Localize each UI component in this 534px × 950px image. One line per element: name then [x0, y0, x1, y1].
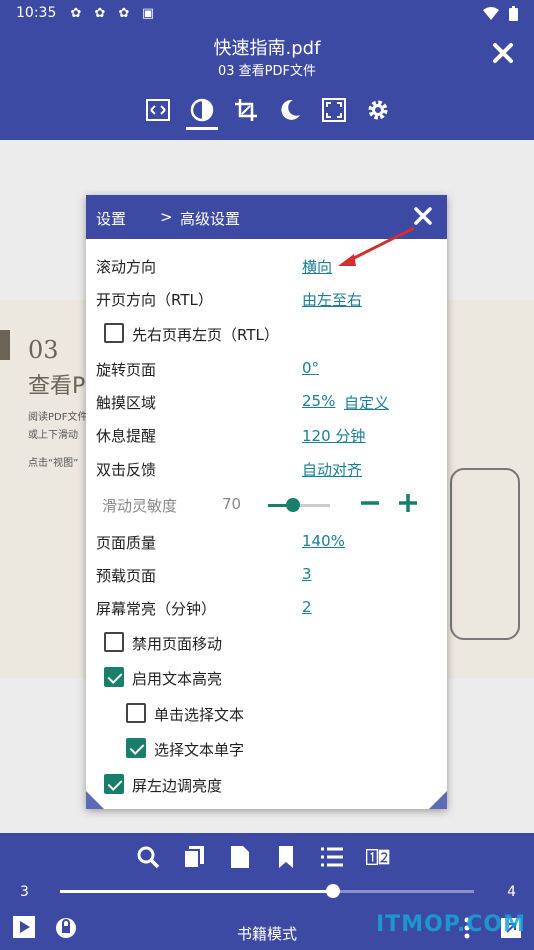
notification-icon: ✿ [118, 6, 130, 21]
setting-rest-reminder: 休息提醒 120 分钟 [96, 425, 366, 446]
preload-value[interactable]: 3 [302, 565, 312, 583]
page-end-label: 4 [507, 884, 516, 900]
page-accent-bar [0, 330, 10, 360]
breadcrumb-settings[interactable]: 设置 [96, 208, 126, 229]
checkbox[interactable] [104, 323, 124, 343]
settings-icon[interactable] [366, 96, 390, 124]
contrast-icon[interactable] [186, 96, 218, 130]
breadcrumb-advanced: 高级设置 [180, 210, 241, 228]
app-header: 快速指南.pdf 03 查看PDF文件 [0, 28, 534, 140]
progress-knob[interactable] [326, 884, 341, 898]
bookmark-icon[interactable] [274, 845, 298, 869]
setting-page-direction: 开页方向（RTL） 由左至右 [96, 289, 363, 310]
watermark-logo: ITMOP.COM [376, 912, 526, 937]
scroll-direction-value[interactable]: 横向 [302, 256, 332, 277]
checkbox[interactable] [126, 703, 146, 723]
setting-page-quality: 页面质量 140% [96, 532, 345, 552]
setting-double-tap: 双击反馈 自动对齐 [96, 459, 363, 480]
crop-fit-icon[interactable] [146, 96, 170, 124]
double-tap-value[interactable]: 自动对齐 [302, 459, 362, 480]
night-mode-icon[interactable] [278, 96, 302, 124]
setting-rotate-page: 旋转页面 0° [96, 359, 320, 379]
status-bar: 10:35 ✿ ✿ ✿ ▣ [0, 0, 534, 28]
bottom-toolbar [136, 845, 390, 869]
document-subtitle: 03 查看PDF文件 [217, 64, 316, 79]
advanced-settings-dialog: 设置 > 高级设置 滚动方向 横向 开页方向（RTL） 由左至右 先右页再左页（… [86, 195, 447, 809]
page-icon[interactable] [228, 845, 252, 869]
chapter-number: 03 [28, 336, 59, 364]
notification-icon: ✿ [94, 6, 106, 21]
notification-icon: ✿ [70, 6, 82, 21]
setting-scroll-sensitivity: 滑动灵敏度 70 [96, 491, 436, 519]
wifi-icon [483, 6, 499, 20]
setting-screen-on: 屏幕常亮（分钟） 2 [96, 598, 312, 618]
list-icon[interactable] [320, 845, 344, 869]
sensitivity-slider[interactable] [268, 498, 330, 512]
page-text-line: 点击“视图” [28, 458, 79, 469]
rest-reminder-value[interactable]: 120 分钟 [302, 425, 365, 446]
sensitivity-value: 70 [222, 495, 242, 513]
touch-area-value[interactable]: 25% [302, 392, 335, 410]
close-icon[interactable] [492, 42, 514, 64]
page-start-label: 3 [20, 884, 29, 900]
slider-knob[interactable] [285, 498, 300, 512]
app-a-icon: ▣ [141, 6, 155, 21]
page-text-line: 或上下滑动 [28, 430, 78, 441]
page-direction-value[interactable]: 由左至右 [302, 289, 362, 310]
document-title: 快速指南.pdf [213, 38, 321, 59]
status-time: 10:35 [16, 5, 57, 21]
resize-handle-right[interactable] [429, 791, 447, 809]
phone-illustration [450, 468, 520, 640]
checkbox[interactable] [104, 632, 124, 652]
crop-icon[interactable] [234, 96, 258, 124]
annotation-arrow [338, 226, 415, 266]
setting-touch-area: 触摸区域 25% 自定义 [96, 392, 390, 413]
touch-area-custom-link[interactable]: 自定义 [344, 392, 389, 413]
page-text-line: 阅读PDF文件 [28, 412, 88, 423]
battery-icon [509, 6, 518, 21]
screen-on-value[interactable]: 2 [302, 598, 312, 616]
checkbox[interactable] [126, 738, 146, 758]
dialog-close-icon[interactable] [413, 206, 433, 226]
page-quality-value[interactable]: 140% [302, 532, 345, 550]
checkbox[interactable] [104, 774, 124, 794]
page-progress-slider[interactable] [60, 884, 474, 898]
copy-icon[interactable] [182, 845, 206, 869]
rotate-value[interactable]: 0° [302, 359, 319, 377]
top-toolbar [146, 96, 390, 130]
breadcrumb-separator: > [160, 208, 173, 226]
chapter-heading: 查看P [28, 374, 86, 399]
search-icon[interactable] [136, 845, 160, 869]
resize-handle-left[interactable] [86, 791, 104, 809]
checkbox[interactable] [104, 667, 124, 687]
minus-icon[interactable] [358, 491, 382, 515]
two-page-icon[interactable] [366, 845, 390, 869]
plus-icon[interactable] [396, 491, 420, 515]
setting-preload: 预载页面 3 [96, 565, 312, 585]
fullscreen-icon[interactable] [322, 96, 346, 124]
